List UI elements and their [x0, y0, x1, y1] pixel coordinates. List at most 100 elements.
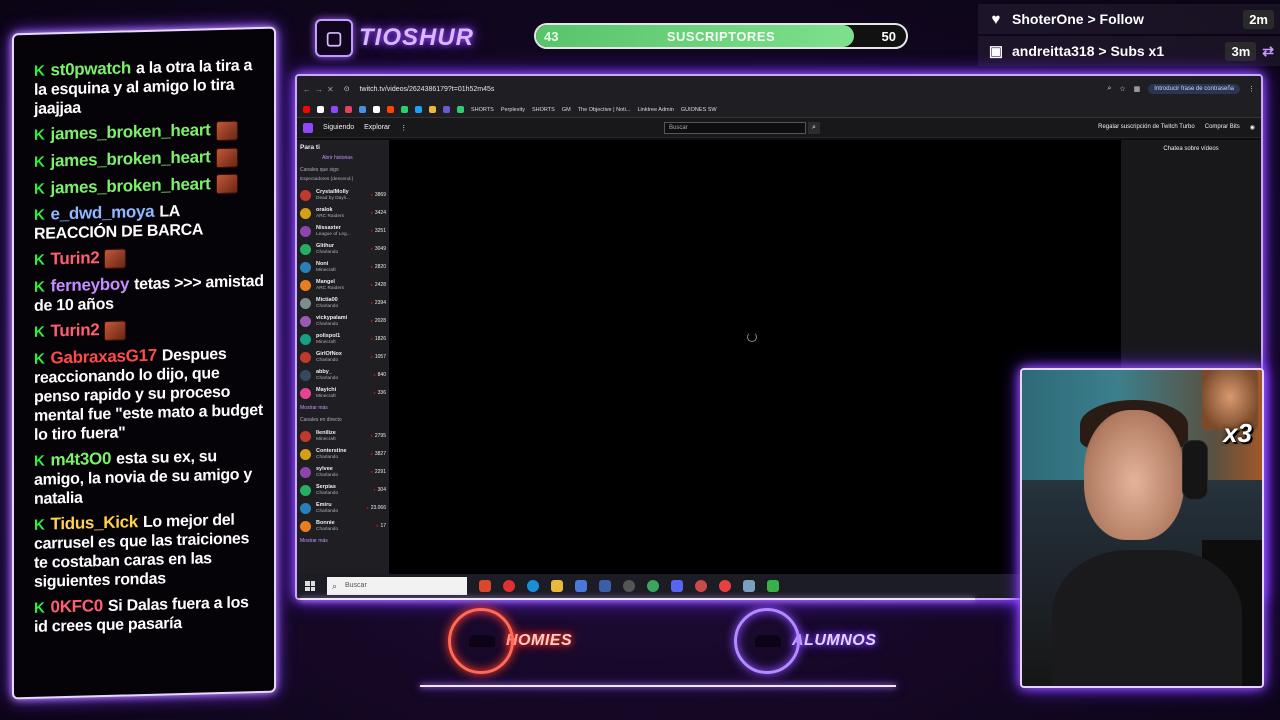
skull-icon [448, 608, 514, 674]
nav-arrows-icon[interactable]: ←→✕ [303, 85, 338, 94]
site-info-icon[interactable]: ⊙ [344, 85, 350, 93]
sidebar-channel[interactable]: oralokARC Raiders3424 [300, 204, 386, 222]
sidebar-channel[interactable]: NoniMinecraft2820 [300, 258, 386, 276]
chrome-icon[interactable] [647, 580, 659, 592]
kick-badge-icon: K [34, 126, 45, 144]
bookmark-item[interactable]: Perplexity [501, 107, 525, 113]
bookmark-icon[interactable] [373, 106, 380, 113]
store-icon[interactable] [575, 580, 587, 592]
sidebar-channel[interactable]: IlenilizeMinecraft2795 [300, 427, 386, 445]
taskbar-search[interactable]: Buscar [327, 577, 467, 595]
bookmark-icon[interactable] [443, 106, 450, 113]
sidebar-channel[interactable]: MangelARC Raiders2428 [300, 276, 386, 294]
viewer-count: 23.066 [366, 505, 386, 511]
windows-start-icon[interactable] [305, 581, 315, 591]
twitch-logo-icon[interactable] [303, 122, 313, 133]
sidebar-channel[interactable]: EmiruCharlando23.066 [300, 499, 386, 517]
obs-icon[interactable] [623, 580, 635, 592]
password-prompt[interactable]: Introducir frase de contraseña [1148, 84, 1240, 94]
bookmark-icon[interactable] [457, 106, 464, 113]
open-stories-link[interactable]: Abrir historias [322, 155, 386, 161]
sidebar-channel[interactable]: CrystalMollyDead by Dayli...3869 [300, 186, 386, 204]
bookmark-icon[interactable] [317, 106, 324, 113]
pokeball-icon[interactable] [719, 580, 731, 592]
turbo-button[interactable]: Regalar suscripción de Twitch Turbo [1098, 124, 1195, 131]
emote-icon [104, 320, 127, 341]
app-icon[interactable] [599, 580, 611, 592]
bookmark-icon[interactable] [359, 106, 366, 113]
channel-info: Mangel ARC Raiders [316, 279, 370, 292]
search-icon[interactable]: ⌕ [808, 122, 820, 134]
bookmark-icon[interactable] [401, 106, 408, 113]
sidebar-channel[interactable]: GirlOfNoxCharlando1057 [300, 348, 386, 366]
followed-header: Canales que sigo [300, 167, 339, 173]
kick-badge-icon: K [34, 516, 45, 534]
menu-icon[interactable]: ⋮ [1248, 85, 1255, 93]
channel-info: CrystalMolly Dead by Dayli... [316, 189, 370, 202]
sidebar-channel[interactable]: vickypalamiCharlando2028 [300, 312, 386, 330]
discord-icon[interactable] [671, 580, 683, 592]
sidebar-channel[interactable]: ConterstineCharlando3827 [300, 445, 386, 463]
viewer-count: 2820 [370, 264, 386, 270]
bookmark-icon[interactable] [303, 106, 310, 113]
team-homies-logo: HOMIES [448, 606, 572, 676]
bookmark-item[interactable]: SHORTS [471, 107, 494, 113]
bookmark-item[interactable]: The Objective | Noti... [578, 107, 631, 113]
app4-icon[interactable] [767, 580, 779, 592]
team-name: HOMIES [506, 632, 573, 649]
sidebar-channel[interactable]: polispol1Minecraft1826 [300, 330, 386, 348]
more-icon[interactable]: ⋮ [400, 124, 407, 132]
kick-badge-icon: K [34, 206, 45, 225]
nav-following[interactable]: Siguiendo [323, 124, 354, 131]
app2-icon[interactable] [695, 580, 707, 592]
sidebar-channel[interactable]: abby_Charlando840 [300, 366, 386, 384]
avatar[interactable]: ◉ [1250, 124, 1255, 131]
channel-category: Charlando [316, 472, 339, 478]
video-player[interactable] [389, 140, 1121, 574]
star-icon[interactable]: ☆ [1119, 85, 1125, 93]
folder-icon[interactable] [551, 580, 563, 592]
chat-message: K 0KFC0 Si Dalas fuera a los id crees que … [34, 592, 264, 637]
bookmark-item[interactable]: Linktree Admin [637, 107, 673, 113]
channel-avatar [300, 315, 311, 327]
chat-username: GabraxasG17 [50, 345, 157, 368]
app3-icon[interactable] [743, 580, 755, 592]
bits-button[interactable]: Comprar Bits [1205, 124, 1240, 131]
sidebar-channel[interactable]: BonnieCharlando17 [300, 517, 386, 535]
edge-icon[interactable] [527, 580, 539, 592]
viewer-count: 2795 [370, 433, 386, 439]
twitch-search-input[interactable]: Buscar [664, 122, 806, 134]
bookmark-icon[interactable] [387, 106, 394, 113]
bookmark-icon[interactable] [415, 106, 422, 113]
brave-icon[interactable] [479, 580, 491, 592]
extensions-icon[interactable]: ▦ [1134, 85, 1141, 93]
headset-icon [1182, 440, 1208, 500]
bookmark-item[interactable]: SHORTS [532, 107, 555, 113]
channel-brand: ▢ TIOSHUR [315, 18, 474, 58]
sidebar-channel[interactable]: Mictia00Charlando2394 [300, 294, 386, 312]
sidebar-channel[interactable]: sylveeCharlando2291 [300, 463, 386, 481]
sub-goal-bar: 43 SUSCRIPTORES 50 [534, 23, 908, 49]
bookmark-icon[interactable] [345, 106, 352, 113]
sidebar-channel[interactable]: SerpiasCharlando304 [300, 481, 386, 499]
bookmark-item[interactable]: GM [562, 107, 571, 113]
sidebar-channel[interactable]: MayichiMinecraft336 [300, 384, 386, 402]
show-more-link[interactable]: Mostrar más [300, 405, 386, 411]
bookmark-item[interactable]: GUIONES SW [681, 107, 717, 113]
nav-browse[interactable]: Explorar [364, 124, 390, 131]
zoom-icon[interactable]: ⌕ [1107, 85, 1111, 93]
bookmark-icon[interactable] [331, 106, 338, 113]
show-more-live-link[interactable]: Mostrar más [300, 538, 386, 544]
sidebar-channel[interactable]: NissaxterLeague of Leg...3251 [300, 222, 386, 240]
channel-name: sylvee [316, 465, 333, 472]
channel-info: polispol1 Minecraft [316, 333, 370, 346]
viewer-count: 840 [373, 372, 386, 378]
bookmark-icon[interactable] [429, 106, 436, 113]
url-bar[interactable]: twitch.tv/videos/2624386179?t=01h52m45s [360, 86, 495, 93]
channel-avatar [300, 333, 311, 345]
channel-avatar [300, 466, 311, 478]
emote-icon [215, 120, 238, 141]
followed-sort[interactable]: Espectadores (descend.) [300, 177, 386, 182]
sidebar-channel[interactable]: GlithurCharlando3049 [300, 240, 386, 258]
opera-icon[interactable] [503, 580, 515, 592]
